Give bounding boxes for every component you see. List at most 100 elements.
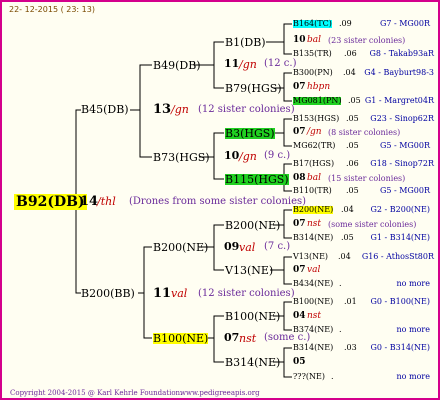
g3-node-4-name: nst — [307, 219, 322, 229]
g4-node-12-id[interactable]: B100(NE) — [293, 298, 333, 306]
g3-node-0-note: (23 sister colonies) — [328, 36, 406, 45]
g4-node-1-lineage: G8 - Takab93aR — [369, 49, 434, 58]
g4-node-8-id[interactable]: B200(NE) — [293, 206, 334, 214]
g4-node-6-value: .06 — [346, 159, 359, 168]
g4-node-10-id[interactable]: V13(NE) — [293, 253, 328, 261]
g1-node-0-number: 13 — [153, 102, 172, 117]
g4-node-5-lineage: G5 - MG00R — [379, 141, 430, 150]
g1-node-0-id[interactable]: B45(DB) — [81, 104, 129, 115]
g1-node-0-note: (12 sister colonies) — [198, 104, 295, 115]
g4-node-6-lineage: G18 - Sinop72R — [370, 159, 434, 168]
g2-node-2-number: 09 — [224, 240, 240, 253]
g3-node-2-note: (8 sister colonies) — [328, 128, 401, 137]
g4-node-4-value: .05 — [346, 114, 359, 123]
g2-node-2-name: val — [239, 241, 256, 254]
g4-node-4-id[interactable]: B153(HGS) — [293, 115, 339, 123]
g2-node-1-note: (9 c.) — [264, 150, 291, 161]
g4-node-11-id[interactable]: B434(NE) — [293, 280, 333, 288]
g3-node-3-number: 08 — [293, 173, 306, 183]
g4-node-11-value: . — [339, 279, 342, 288]
g3-node-4-number: 07 — [293, 219, 306, 229]
g4-node-3-lineage: G1 - Margret04R — [364, 96, 434, 105]
g3-node-3-id[interactable]: B115(HGS) — [225, 174, 289, 185]
g2-node-3-name: nst — [239, 332, 257, 345]
g4-node-14-lineage: G0 - B314(NE) — [370, 343, 431, 352]
g4-node-2-id[interactable]: B300(PN) — [293, 69, 333, 77]
g4-node-13-id[interactable]: B374(NE) — [293, 326, 333, 334]
g4-node-2-value: .04 — [343, 68, 356, 77]
date-stamp: 22- 12-2015 ( 23: 13) — [9, 5, 95, 14]
root-queen-id[interactable]: B92(DB) — [14, 194, 87, 210]
g4-node-0-id[interactable]: B164(TC) — [293, 20, 332, 28]
g3-node-0-name: bal — [307, 35, 322, 45]
g3-node-0-id[interactable]: B1(DB) — [225, 37, 266, 48]
g2-node-1-name: /gn — [239, 150, 257, 163]
g2-node-1-id[interactable]: B73(HGS) — [153, 152, 210, 163]
g1-node-1-name: val — [171, 287, 188, 300]
g3-node-5-id[interactable]: V13(NE) — [225, 265, 273, 276]
g4-node-14-id[interactable]: B314(NE) — [293, 344, 333, 352]
g4-node-8-lineage: G2 - B200(NE) — [370, 205, 431, 214]
g4-node-14-value: .03 — [344, 343, 357, 352]
g1-node-1-id[interactable]: B200(BB) — [81, 288, 135, 299]
g4-node-5-id[interactable]: MG62(TR) — [293, 142, 335, 150]
g3-node-1-name: hbpn — [307, 82, 331, 92]
g4-node-10-lineage: G16 - AthosSt80R — [361, 252, 434, 261]
g3-node-5-number: 07 — [293, 265, 306, 275]
g3-node-2-name: /gn — [307, 127, 322, 137]
footer-copyright: Copyright 2004-2015 @ Karl Kehrle Founda… — [10, 389, 183, 397]
g4-node-15-id[interactable]: ???(NE) — [293, 373, 325, 381]
g3-node-6-number: 04 — [293, 311, 306, 321]
g4-node-1-id[interactable]: B135(TR) — [293, 50, 332, 58]
g4-node-1-value: .06 — [344, 49, 357, 58]
g4-node-6-id[interactable]: B17(HGS) — [293, 160, 334, 168]
g4-node-0-lineage: G7 - MG00R — [379, 19, 430, 28]
g4-node-4-lineage: G23 - Sinop62R — [370, 114, 434, 123]
g2-node-3-note: (some c.) — [264, 332, 311, 343]
g2-node-3-id[interactable]: B100(NE) — [153, 333, 209, 344]
g4-node-2-lineage: G4 - Bayburt98-3 — [364, 68, 434, 77]
g3-node-2-id[interactable]: B3(HGS) — [225, 128, 275, 139]
g4-node-9-lineage: G1 - B314(NE) — [370, 233, 431, 242]
g3-node-3-note: (15 sister colonies) — [328, 174, 406, 183]
root-name: /thl — [97, 195, 116, 208]
g4-node-15-lineage: no more — [396, 372, 430, 381]
g3-node-5-name: val — [307, 265, 321, 275]
g2-node-0-number: 11 — [224, 57, 240, 70]
g4-node-0-value: .09 — [339, 19, 352, 28]
g2-node-1-number: 10 — [224, 149, 240, 162]
pedigree-page: 22- 12-2015 ( 23: 13) B92(DB) 14 /thl (D… — [0, 0, 440, 400]
g4-node-11-lineage: no more — [396, 279, 430, 288]
g2-node-2-note: (7 c.) — [264, 241, 291, 252]
g4-node-3-value: .05 — [348, 96, 361, 105]
g2-node-2-id[interactable]: B200(NE) — [153, 242, 208, 253]
g2-node-3-number: 07 — [224, 331, 240, 344]
g4-node-8-value: .04 — [341, 205, 354, 214]
g4-node-9-id[interactable]: B314(NE) — [293, 234, 333, 242]
g3-node-7-id[interactable]: B314(NE) — [225, 357, 280, 368]
g3-node-4-id[interactable]: B200(NE) — [225, 220, 280, 231]
g4-node-3-id[interactable]: MG081(PN) — [293, 97, 342, 105]
g4-node-5-value: .05 — [346, 141, 359, 150]
g4-node-7-id[interactable]: B110(TR) — [293, 187, 332, 195]
g4-node-13-value: . — [339, 325, 342, 334]
g3-node-7-number: 05 — [293, 357, 306, 367]
g3-node-1-id[interactable]: B79(HGS) — [225, 83, 282, 94]
g4-node-12-value: .01 — [344, 297, 357, 306]
g1-node-1-note: (12 sister colonies) — [198, 288, 295, 299]
g3-node-6-name: nst — [307, 311, 322, 321]
g4-node-10-value: .04 — [338, 252, 351, 261]
g4-node-7-value: .05 — [346, 186, 359, 195]
g1-node-1-number: 11 — [153, 286, 172, 301]
g4-node-9-value: .05 — [341, 233, 354, 242]
g3-node-4-note: (some sister colonies) — [328, 220, 417, 229]
g3-node-3-name: bal — [307, 173, 322, 183]
g3-node-6-id[interactable]: B100(NE) — [225, 311, 280, 322]
root-number: 14 — [80, 194, 99, 209]
g4-node-13-lineage: no more — [396, 325, 430, 334]
g2-node-0-id[interactable]: B49(DB) — [153, 60, 201, 71]
g3-node-0-number: 10 — [293, 35, 306, 45]
footer-link[interactable]: www.pedigreeapis.org — [180, 390, 260, 397]
g4-node-12-lineage: G0 - B100(NE) — [370, 297, 431, 306]
g2-node-0-name: /gn — [239, 58, 257, 71]
